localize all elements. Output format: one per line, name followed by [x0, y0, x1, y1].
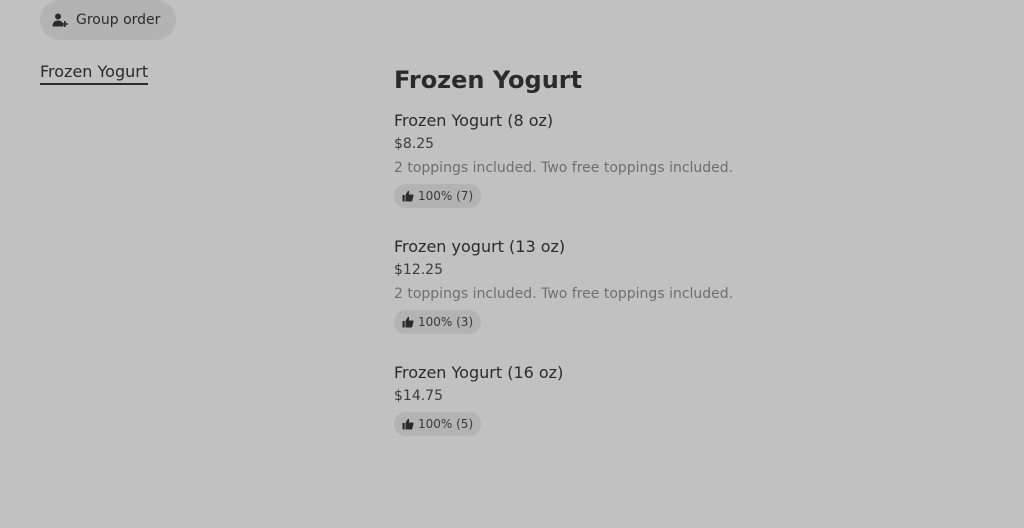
- item-description: 2 toppings included. Two free toppings i…: [394, 286, 734, 302]
- menu-section: Frozen Yogurt Frozen Yogurt (8 oz) $8.25…: [394, 62, 954, 436]
- rating-badge: 100% (3): [394, 310, 482, 334]
- rating-badge: 100% (7): [394, 184, 482, 208]
- item-name: Frozen Yogurt (8 oz): [394, 111, 554, 130]
- item-price: $8.25: [394, 136, 435, 152]
- menu-item[interactable]: Frozen Yogurt (8 oz) $8.25 2 toppings in…: [394, 110, 954, 208]
- item-price: $14.75: [394, 388, 443, 404]
- thumbs-up-icon: [402, 418, 414, 430]
- rating-badge: 100% (5): [394, 412, 482, 436]
- rating-text: 100% (3): [418, 315, 474, 329]
- group-order-button[interactable]: Group order: [40, 0, 177, 40]
- thumbs-up-icon: [402, 316, 414, 328]
- rating-text: 100% (7): [418, 189, 474, 203]
- group-order-label: Group order: [76, 12, 161, 28]
- category-sidebar: Frozen Yogurt: [40, 62, 149, 85]
- menu-item[interactable]: Frozen Yogurt (16 oz) $14.75 100% (5): [394, 362, 954, 436]
- sidebar-item-frozen-yogurt[interactable]: Frozen Yogurt: [40, 62, 149, 85]
- section-title: Frozen Yogurt: [394, 66, 583, 94]
- item-name: Frozen Yogurt (16 oz): [394, 363, 564, 382]
- thumbs-up-icon: [402, 190, 414, 202]
- item-price: $12.25: [394, 262, 443, 278]
- item-description: 2 toppings included. Two free toppings i…: [394, 160, 734, 176]
- menu-item[interactable]: Frozen yogurt (13 oz) $12.25 2 toppings …: [394, 236, 954, 334]
- person-add-icon: [52, 12, 68, 28]
- rating-text: 100% (5): [418, 417, 474, 431]
- item-name: Frozen yogurt (13 oz): [394, 237, 566, 256]
